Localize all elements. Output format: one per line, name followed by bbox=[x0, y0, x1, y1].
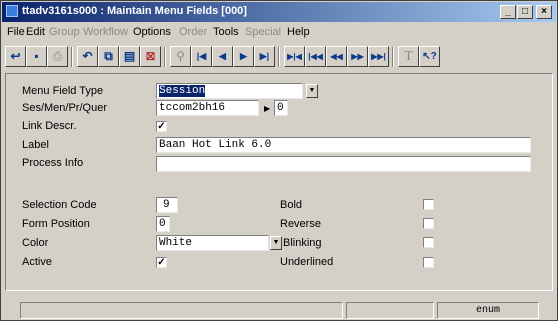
link-descr-label: Link Descr. bbox=[22, 120, 77, 132]
session-extra-field[interactable]: 0 bbox=[274, 100, 288, 116]
minimize-button[interactable]: _ bbox=[500, 5, 516, 19]
reverse-checkbox[interactable] bbox=[423, 218, 434, 229]
delete-icon[interactable]: ⊠ bbox=[140, 46, 161, 67]
menu-bar: File Edit Group Workflow Options Order T… bbox=[2, 23, 556, 41]
color-select[interactable]: White bbox=[156, 235, 269, 251]
menu-field-type-value: Session bbox=[159, 85, 206, 97]
menu-field-type-select[interactable]: Session bbox=[156, 83, 303, 99]
menu-options[interactable]: Options bbox=[133, 26, 171, 38]
bold-label: Bold bbox=[280, 199, 303, 211]
status-bar: enum bbox=[2, 301, 556, 320]
selection-code-field[interactable]: 9 bbox=[156, 197, 178, 213]
copy-record-icon[interactable]: ⧉ bbox=[98, 46, 119, 67]
chevron-down-icon[interactable]: ▼ bbox=[270, 236, 282, 250]
help-pointer-icon[interactable]: ↖? bbox=[419, 46, 440, 67]
status-cell-info bbox=[346, 302, 434, 319]
maximize-button[interactable]: □ bbox=[517, 5, 533, 19]
toolbar-separator bbox=[278, 47, 280, 67]
active-checkbox[interactable]: ✓ bbox=[156, 257, 167, 268]
save-icon[interactable]: ▪ bbox=[26, 46, 47, 67]
exit-icon[interactable]: ↩ bbox=[5, 46, 26, 67]
first-record-icon[interactable]: |◀ bbox=[191, 46, 212, 67]
find-icon[interactable]: ⚲ bbox=[170, 46, 191, 67]
menu-edit[interactable]: Edit bbox=[26, 26, 45, 38]
last-record-icon[interactable]: ▶| bbox=[254, 46, 275, 67]
toolbar-separator bbox=[164, 47, 166, 67]
previous-record-icon[interactable]: ◀ bbox=[212, 46, 233, 67]
next-record-icon[interactable]: ▶ bbox=[233, 46, 254, 67]
title-bar[interactable]: ttadv3161s000 : Maintain Menu Fields [00… bbox=[2, 2, 556, 22]
menu-help[interactable]: Help bbox=[287, 26, 310, 38]
session-code-field[interactable]: tccom2bh16 bbox=[156, 100, 259, 116]
last-group-icon[interactable]: ▶▶| bbox=[368, 46, 389, 67]
menu-order[interactable]: Order bbox=[179, 26, 207, 38]
toolbar: ↩ ▪ ⎙ ↶ ⧉ ▤ ⊠ ⚲ |◀ ◀ ▶ ▶| ▶|◀ |◀◀ ◀◀ ▶▶ … bbox=[3, 42, 555, 72]
window-title: ttadv3161s000 : Maintain Menu Fields [00… bbox=[22, 5, 247, 17]
process-info-field[interactable] bbox=[156, 156, 531, 172]
link-descr-checkbox[interactable]: ✓ bbox=[156, 121, 167, 132]
underlined-label: Underlined bbox=[280, 256, 334, 268]
bold-checkbox[interactable] bbox=[423, 199, 434, 210]
menu-file[interactable]: File bbox=[7, 26, 25, 38]
menu-special[interactable]: Special bbox=[245, 26, 281, 38]
blinking-checkbox[interactable] bbox=[423, 237, 434, 248]
label-field[interactable]: Baan Hot Link 6.0 bbox=[156, 137, 531, 153]
print-icon[interactable]: ⎙ bbox=[47, 46, 68, 67]
form-panel: Menu Field Type Session ▼ Ses/Men/Pr/Que… bbox=[5, 73, 553, 291]
application-window: ttadv3161s000 : Maintain Menu Fields [00… bbox=[0, 0, 558, 321]
blinking-label: Blinking bbox=[283, 237, 322, 249]
process-info-label: Process Info bbox=[22, 157, 84, 169]
menu-group[interactable]: Group bbox=[49, 26, 80, 38]
form-position-label: Form Position bbox=[22, 218, 90, 230]
color-label: Color bbox=[22, 237, 49, 249]
toolbar-separator bbox=[392, 47, 394, 67]
form-position-field[interactable]: 0 bbox=[156, 216, 170, 232]
next-page-icon[interactable]: ▶▶ bbox=[347, 46, 368, 67]
selection-code-label: Selection Code bbox=[22, 199, 97, 211]
status-cell-message bbox=[20, 302, 343, 319]
first-group-icon[interactable]: ▶|◀ bbox=[284, 46, 305, 67]
reverse-label: Reverse bbox=[280, 218, 321, 230]
previous-group-icon[interactable]: |◀◀ bbox=[305, 46, 326, 67]
app-icon[interactable] bbox=[6, 5, 18, 17]
menu-workflow[interactable]: Workflow bbox=[83, 26, 128, 38]
text-icon[interactable]: T bbox=[398, 46, 419, 67]
menu-tools[interactable]: Tools bbox=[213, 26, 239, 38]
active-label: Active bbox=[22, 256, 52, 268]
undo-icon[interactable]: ↶ bbox=[77, 46, 98, 67]
menu-field-type-label: Menu Field Type bbox=[22, 85, 104, 97]
close-button[interactable]: × bbox=[536, 5, 552, 19]
previous-page-icon[interactable]: ◀◀ bbox=[326, 46, 347, 67]
toolbar-separator bbox=[71, 47, 73, 67]
ses-men-pr-quer-label: Ses/Men/Pr/Quer bbox=[22, 102, 107, 114]
zoom-arrow-icon[interactable]: ▶ bbox=[264, 104, 270, 113]
paste-icon[interactable]: ▤ bbox=[119, 46, 140, 67]
status-cell-type: enum bbox=[437, 302, 539, 319]
chevron-down-icon[interactable]: ▼ bbox=[306, 84, 318, 98]
label-label: Label bbox=[22, 139, 49, 151]
underlined-checkbox[interactable] bbox=[423, 257, 434, 268]
